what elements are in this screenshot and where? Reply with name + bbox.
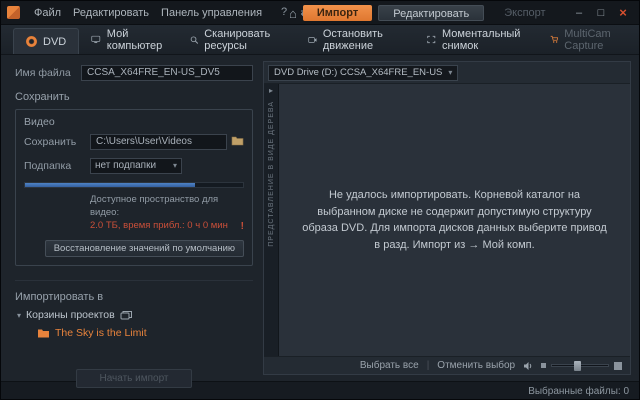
menu-file[interactable]: Файл	[28, 7, 67, 19]
zoom-in-icon[interactable]	[614, 362, 622, 370]
subfolder-label: Подпапка	[24, 160, 90, 172]
subfolder-select[interactable]: нет подпапки ▾	[90, 158, 182, 174]
slider-thumb[interactable]	[574, 361, 581, 371]
space-available-value: 2.0 ТБ, время прибл.: 0 ч 0 мин	[90, 220, 228, 233]
save-section-title: Сохранить	[15, 91, 253, 103]
video-group-title: Видео	[24, 116, 244, 128]
folder-icon	[231, 135, 244, 146]
select-all-button[interactable]: Выбрать все	[360, 360, 419, 371]
source-dvd[interactable]: DVD	[13, 28, 79, 54]
dvd-disc-icon	[26, 36, 37, 47]
import-source-toolbar: DVD Мой компьютер Сканировать ресурсы Ос…	[1, 25, 639, 55]
browser-content: Не удалось импортировать. Корневой катал…	[279, 84, 630, 356]
project-bins-item[interactable]: ▾ Корзины проектов	[17, 309, 253, 321]
chevron-down-icon: ▾	[173, 159, 177, 173]
window-controls: – □ ×	[569, 5, 633, 21]
tree-view-label: ПРЕДСТАВЛЕНИЕ В ВИДЕ ДЕРЕВА	[268, 101, 275, 247]
speaker-icon[interactable]	[523, 361, 534, 371]
filename-label: Имя файла	[15, 67, 81, 79]
start-import-button[interactable]: Начать импорт	[76, 369, 191, 388]
subfolder-value: нет подпапки	[95, 159, 156, 173]
filename-input[interactable]: CCSA_X64FRE_EN-US_DV5	[81, 65, 253, 81]
source-my-computer-label: Мой компьютер	[107, 28, 166, 52]
orange-folder-icon	[37, 328, 50, 338]
minimize-button[interactable]: –	[569, 5, 589, 21]
source-dvd-label: DVD	[43, 36, 66, 48]
deselect-all-button[interactable]: Отменить выбор	[437, 360, 515, 371]
chevron-down-icon: ▾	[448, 68, 452, 77]
project-bins-label: Корзины проектов	[26, 309, 115, 321]
search-icon	[190, 34, 199, 46]
thumbnail-size-control	[541, 362, 622, 370]
browse-folder-button[interactable]	[231, 135, 244, 149]
zoom-out-icon[interactable]	[541, 363, 546, 368]
media-browser-panel: DVD Drive (D:) CCSA_X64FRE_EN-US ▾ ▸ ПРЕ…	[263, 61, 631, 375]
app-window: Файл Редактировать Панель управления ? ⇄…	[0, 0, 640, 400]
project-bin-item[interactable]: The Sky is the Limit	[37, 327, 253, 339]
expand-triangle-icon[interactable]: ▾	[17, 311, 21, 320]
tree-expander-icon[interactable]: ▸	[269, 86, 273, 95]
browser-footer: Выбрать все | Отменить выбор	[264, 356, 630, 374]
app-logo-icon	[7, 6, 20, 19]
tree-view-toggle[interactable]: ▸ ПРЕДСТАВЛЕНИЕ В ВИДЕ ДЕРЕВА	[264, 84, 279, 356]
home-icon[interactable]: ⌂	[289, 6, 297, 21]
menu-control-panel[interactable]: Панель управления	[155, 7, 268, 19]
tab-export[interactable]: Экспорт	[490, 5, 559, 21]
source-my-computer[interactable]: Мой компьютер	[79, 25, 177, 54]
space-available-label: Доступное пространство для видео:	[90, 194, 244, 220]
browser-header: DVD Drive (D:) CCSA_X64FRE_EN-US ▾	[264, 62, 630, 84]
source-multicam-label: MultiCam Capture	[564, 28, 627, 52]
disk-space-fill	[25, 183, 195, 187]
restore-defaults-button[interactable]: Восстановление значений по умолчанию	[45, 240, 244, 257]
thumbnail-size-slider[interactable]	[551, 364, 609, 367]
project-bin-label: The Sky is the Limit	[55, 327, 147, 339]
camera-icon	[308, 35, 317, 45]
source-snapshot-label: Моментальный снимок	[442, 28, 526, 52]
drive-select[interactable]: DVD Drive (D:) CCSA_X64FRE_EN-US ▾	[268, 65, 458, 81]
tab-edit[interactable]: Редактировать	[378, 5, 484, 21]
main-area: Имя файла CCSA_X64FRE_EN-US_DV5 Сохранит…	[1, 55, 639, 381]
computer-icon	[91, 34, 101, 45]
snapshot-brackets-icon	[427, 34, 436, 45]
source-stop-motion-label: Остановить движение	[323, 28, 404, 52]
save-to-label: Сохранить	[24, 136, 90, 148]
import-to-title: Импортировать в	[15, 291, 253, 303]
titlebar: Файл Редактировать Панель управления ? ⇄…	[1, 1, 639, 25]
save-path-input[interactable]: C:\Users\User\Videos	[90, 134, 227, 150]
cart-icon	[550, 34, 559, 45]
source-multicam[interactable]: MultiCam Capture	[538, 25, 639, 54]
drive-select-value: DVD Drive (D:) CCSA_X64FRE_EN-US	[274, 67, 442, 78]
import-error-message: Не удалось импортировать. Корневой катал…	[279, 187, 630, 253]
import-settings-panel: Имя файла CCSA_X64FRE_EN-US_DV5 Сохранит…	[9, 61, 257, 375]
separator: |	[427, 360, 430, 371]
bins-collection-icon	[120, 310, 133, 320]
video-save-group: Видео Сохранить C:\Users\User\Videos Под…	[15, 109, 253, 266]
source-scan-assets[interactable]: Сканировать ресурсы	[178, 25, 296, 54]
warning-icon: !	[241, 220, 244, 234]
source-stop-motion[interactable]: Остановить движение	[296, 25, 416, 54]
selected-files-count: Выбранные файлы: 0	[528, 386, 629, 397]
tab-import[interactable]: Импорт	[303, 5, 372, 21]
maximize-button[interactable]: □	[591, 5, 611, 21]
menu-edit[interactable]: Редактировать	[67, 7, 155, 19]
source-scan-assets-label: Сканировать ресурсы	[204, 28, 283, 52]
source-snapshot[interactable]: Моментальный снимок	[415, 25, 537, 54]
disk-space-bar	[24, 182, 244, 188]
mode-switcher: ⌂ Импорт Редактировать Экспорт	[289, 1, 560, 25]
close-button[interactable]: ×	[613, 5, 633, 21]
